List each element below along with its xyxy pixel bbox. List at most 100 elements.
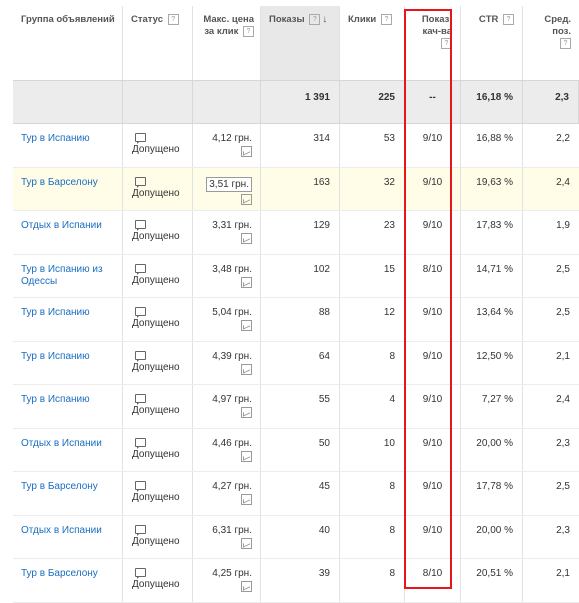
ad-group-link[interactable]: Тур в Испанию [13,341,123,384]
bid-chart-icon[interactable] [241,407,252,418]
ctr-cell: 17,78 % [461,472,523,515]
bid-chart-icon[interactable] [241,233,252,244]
status-cell: Допущено [123,254,193,297]
bid-chart-icon[interactable] [241,581,252,592]
ad-group-link[interactable]: Отдых в Испании [13,211,123,254]
table-row: Тур в Испанию Допущено 5,04 грн. 88 12 9/10 13… [13,298,579,342]
bid-chart-icon[interactable] [241,363,252,375]
speech-bubble-icon[interactable] [135,176,146,188]
speech-bubble-icon[interactable] [135,220,146,231]
table-row: Тур в Барселону Допущено 4,25 грн. 39 8 8/10 2… [13,559,579,603]
avg-position-cell: 2,4 [556,394,570,405]
max-bid-value[interactable]: 4,27 грн. [212,481,252,492]
column-label: CTR [478,14,499,26]
speech-bubble-icon[interactable] [135,568,146,579]
bid-chart-icon[interactable] [241,494,252,505]
column-header-ctr[interactable]: CTR ? [461,6,523,80]
speech-bubble-icon[interactable] [135,350,146,362]
help-icon[interactable]: ? [309,14,321,25]
totals-clicks: 225 [340,81,405,123]
quality-score-cell: 9/10 [405,298,461,341]
clicks-cell: 23 [340,211,405,254]
column-header-clicks[interactable]: Клики ? [340,6,405,80]
max-bid-value[interactable]: 4,97 грн. [212,394,252,405]
bid-chart-icon[interactable] [241,537,252,549]
status-text: Допущено [132,535,180,547]
quality-score-cell: 9/10 [405,211,461,254]
impressions-cell: 314 [261,124,340,167]
help-icon[interactable]: ? [167,14,179,25]
ad-group-link[interactable]: Тур в Испанию [13,385,123,428]
table-row: Тур в Барселону Допущено 4,27 грн. 45 8 9/10 1… [13,472,579,516]
quality-score-cell: 9/10 [405,515,461,558]
ad-group-link[interactable]: Тур в Барселону [13,559,123,602]
avg-position-cell: 2,5 [556,481,570,492]
help-icon[interactable]: ? [441,38,452,49]
help-icon[interactable]: ? [243,26,254,37]
speech-bubble-icon[interactable] [135,263,146,275]
help-icon[interactable]: ? [380,14,392,25]
speech-bubble-icon[interactable] [135,437,146,449]
column-label: Сред. поз. [544,14,571,37]
column-header-impressions[interactable]: Показы ? ↓ [261,6,340,80]
help-icon[interactable]: ? [560,38,571,49]
ad-group-link[interactable]: Тур в Испанию [13,124,123,167]
ad-group-link[interactable]: Тур в Испанию [13,298,123,341]
totals-impressions: 1 391 [261,81,340,123]
max-bid-value[interactable]: 4,39 грн. [212,351,252,362]
column-label: Показ. кач-ва [421,14,452,37]
status-cell: Допущено [123,559,193,602]
bid-chart-icon[interactable] [241,276,252,288]
help-icon[interactable]: ? [503,14,514,25]
column-header-group[interactable]: Группа объявлений [13,6,123,80]
impressions-cell: 64 [261,341,340,384]
quality-score-cell: 8/10 [405,559,461,602]
column-header-quality-score[interactable]: Показ. кач-ва? [405,6,461,80]
speech-bubble-icon[interactable] [135,481,146,492]
speech-bubble-icon[interactable] [135,307,146,318]
bid-chart-icon[interactable] [241,146,252,157]
column-header-avg-position[interactable]: Сред. поз.? [523,6,579,80]
speech-bubble-icon[interactable] [135,133,146,144]
table-row: Тур в Испанию Допущено 4,39 грн. 64 8 9/10 12,… [13,341,579,385]
status-cell: Допущено [123,211,193,254]
totals-bid [193,81,261,123]
ad-group-link[interactable]: Тур в Испанию из Одессы [13,254,123,297]
clicks-cell: 8 [340,472,405,515]
column-header-status[interactable]: Статус ? [123,6,193,80]
max-bid-value[interactable]: 4,46 грн. [212,438,252,449]
column-header-max-bid[interactable]: Макс. цена за клик ? [193,6,261,80]
ad-group-link[interactable]: Тур в Барселону [13,167,123,210]
avg-position-cell: 2,3 [556,524,570,536]
clicks-cell: 15 [340,254,405,297]
max-bid-cell: 5,04 грн. [193,298,261,341]
ctr-cell: 16,88 % [461,124,523,167]
status-text: Допущено [132,231,180,242]
max-bid-value[interactable]: 4,12 грн. [212,133,252,144]
avg-position-cell: 2,1 [556,350,570,362]
max-bid-value[interactable]: 5,04 грн. [212,307,252,318]
ad-group-link[interactable]: Отдых в Испании [13,428,123,471]
totals-ctr: 16,18 % [461,81,523,123]
totals-quality: -- [405,81,461,123]
avg-position-cell: 2,3 [556,437,570,449]
speech-bubble-icon[interactable] [135,524,146,536]
avg-position-cell: 2,1 [556,568,570,579]
ctr-cell: 20,00 % [461,428,523,471]
quality-score-cell: 9/10 [405,428,461,471]
status-text: Допущено [132,405,180,416]
max-bid-value[interactable]: 4,25 грн. [212,568,252,579]
ad-group-link[interactable]: Отдых в Испании [13,515,123,558]
quality-score-cell: 9/10 [405,167,461,210]
table-body: Тур в Испанию Допущено 4,12 грн. 314 53 9/10 1… [13,124,579,603]
max-bid-value[interactable]: 6,31 грн. [212,525,252,536]
bid-chart-icon[interactable] [241,450,252,462]
speech-bubble-icon[interactable] [135,394,146,405]
max-bid-value[interactable]: 3,48 грн. [212,264,252,275]
max-bid-value[interactable]: 3,51 грн. [206,176,252,192]
ad-group-link[interactable]: Тур в Барселону [13,472,123,515]
bid-chart-icon[interactable] [241,320,252,331]
max-bid-value[interactable]: 3,31 грн. [212,220,252,231]
bid-chart-icon[interactable] [241,193,252,205]
sort-desc-icon[interactable]: ↓ [322,14,327,25]
